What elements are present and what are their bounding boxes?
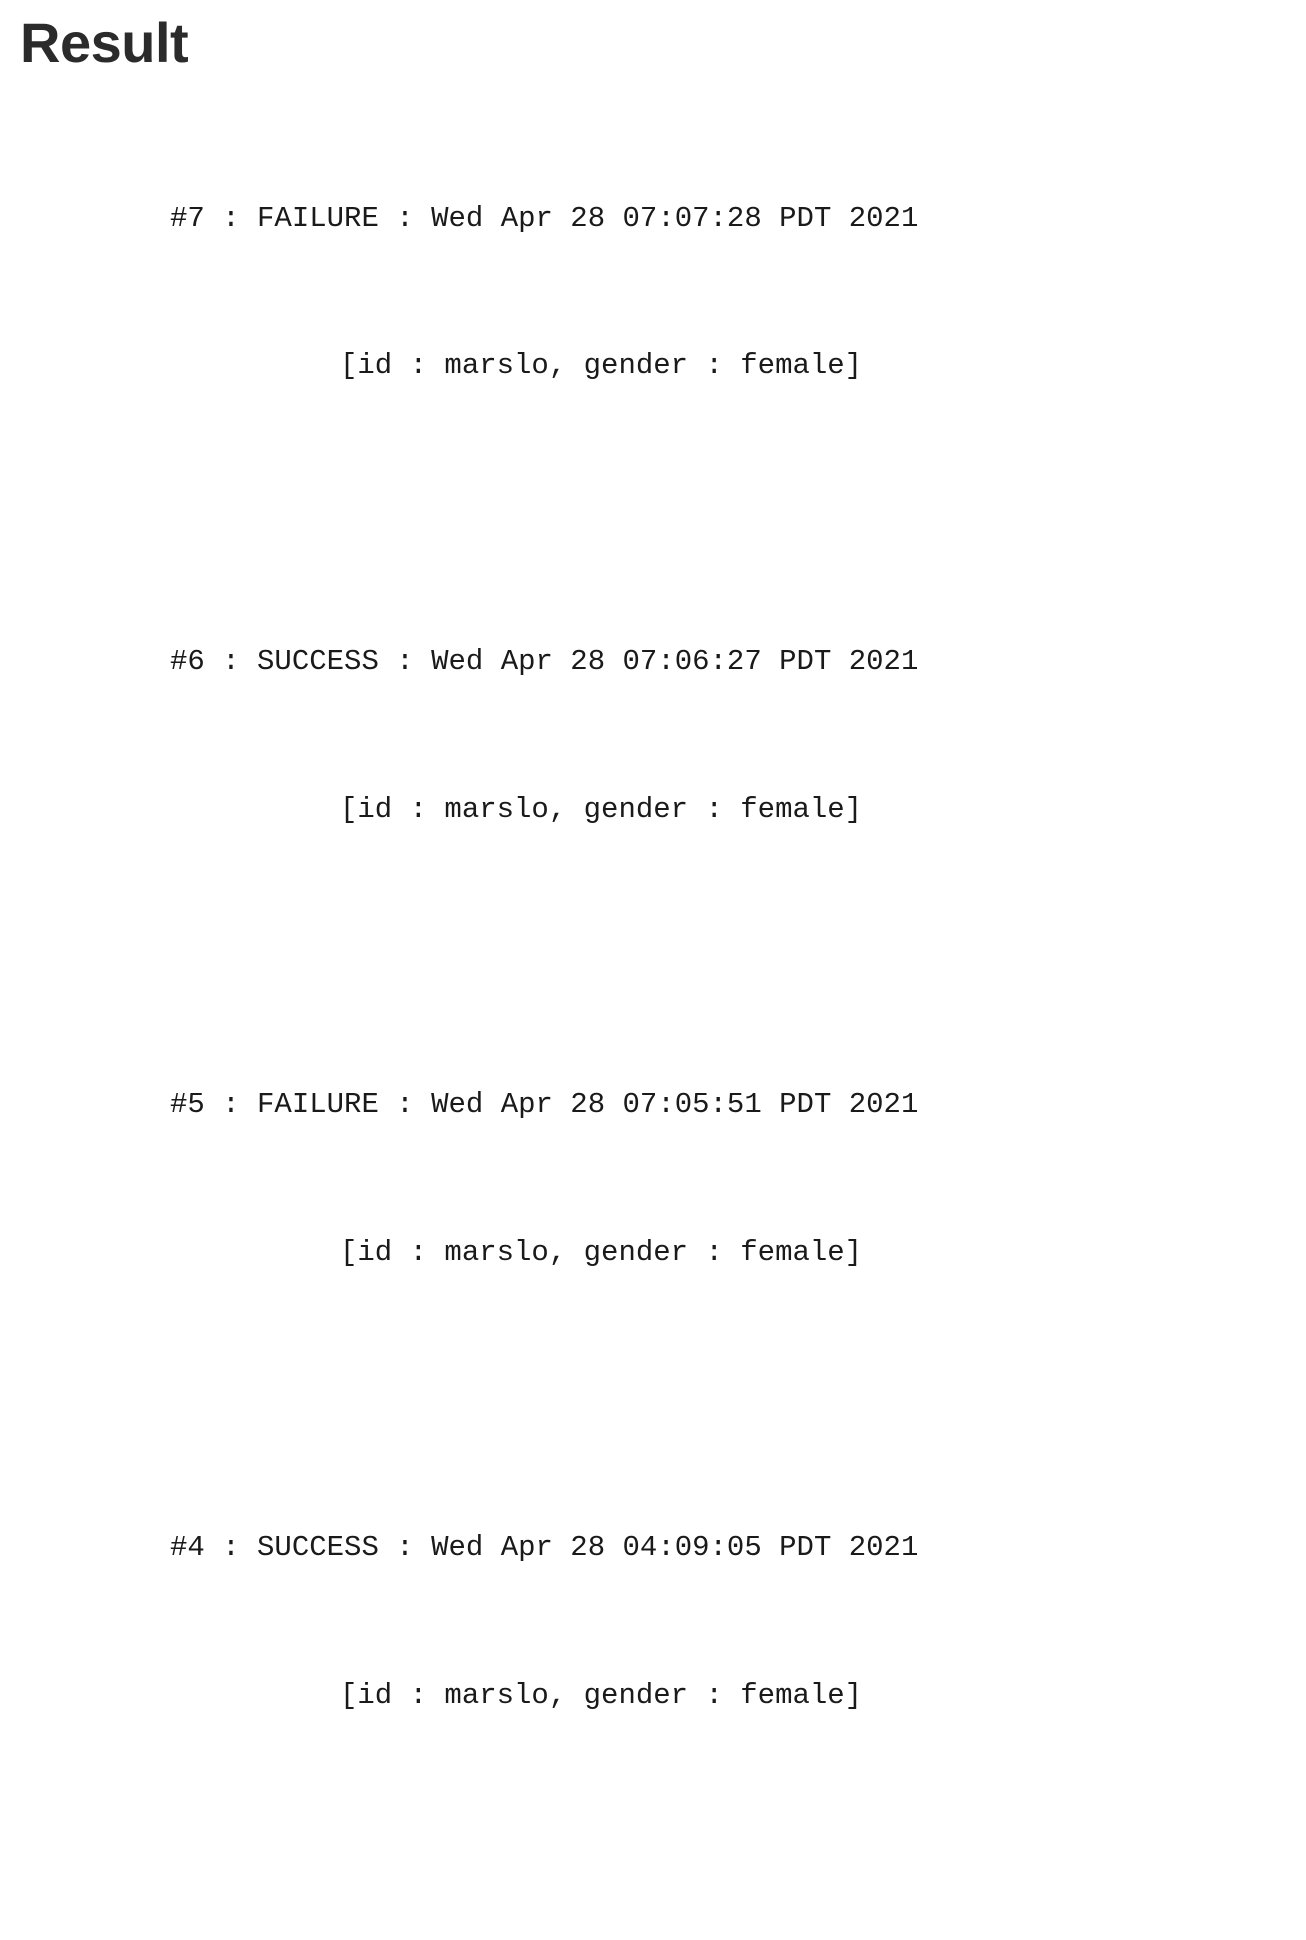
- entry-timestamp: Wed Apr 28 07:07:28 PDT 2021: [431, 202, 918, 235]
- entry-timestamp: Wed Apr 28 04:09:05 PDT 2021: [431, 1531, 918, 1564]
- entry-header-line: #6 : SUCCESS : Wed Apr 28 07:06:27 PDT 2…: [20, 637, 1286, 686]
- result-entry: #4 : SUCCESS : Wed Apr 28 04:09:05 PDT 2…: [20, 1424, 1286, 1769]
- entry-header-line: #4 : SUCCESS : Wed Apr 28 04:09:05 PDT 2…: [20, 1523, 1286, 1572]
- entry-number: #6: [170, 645, 205, 678]
- entry-timestamp: Wed Apr 28 07:05:51 PDT 2021: [431, 1088, 918, 1121]
- entry-header-line: #7 : FAILURE : Wed Apr 28 07:07:28 PDT 2…: [20, 194, 1286, 243]
- footer-summary: total number: 4 Result: DONE: [20, 1867, 1286, 1940]
- entry-number: #7: [170, 202, 205, 235]
- entry-details: [id : marslo, gender : female]: [20, 785, 1286, 834]
- entry-number: #5: [170, 1088, 205, 1121]
- entry-number: #4: [170, 1531, 205, 1564]
- entry-timestamp: Wed Apr 28 07:06:27 PDT 2021: [431, 645, 918, 678]
- entry-header-line: #5 : FAILURE : Wed Apr 28 07:05:51 PDT 2…: [20, 1080, 1286, 1129]
- result-entry: #6 : SUCCESS : Wed Apr 28 07:06:27 PDT 2…: [20, 538, 1286, 883]
- result-entry: #5 : FAILURE : Wed Apr 28 07:05:51 PDT 2…: [20, 981, 1286, 1326]
- entry-details: [id : marslo, gender : female]: [20, 1228, 1286, 1277]
- result-entry: #7 : FAILURE : Wed Apr 28 07:07:28 PDT 2…: [20, 95, 1286, 440]
- entry-details: [id : marslo, gender : female]: [20, 1671, 1286, 1720]
- entry-status: SUCCESS: [257, 645, 379, 678]
- entry-status: SUCCESS: [257, 1531, 379, 1564]
- entry-details: [id : marslo, gender : female]: [20, 341, 1286, 390]
- page-title: Result: [20, 10, 1286, 75]
- entry-status: FAILURE: [257, 1088, 379, 1121]
- entry-status: FAILURE: [257, 202, 379, 235]
